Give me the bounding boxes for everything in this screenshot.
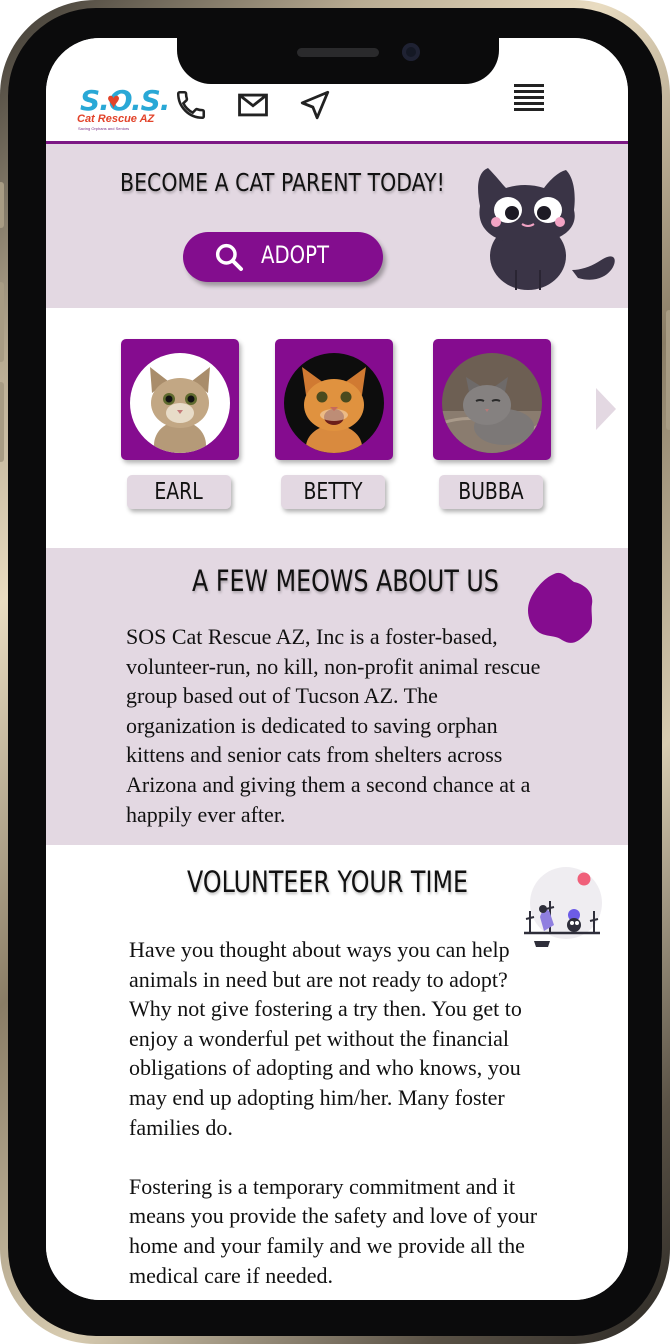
- volume-up-button: [0, 282, 4, 362]
- volunteer-text: Have you thought about ways you can help…: [129, 935, 549, 1290]
- volunteer-section: VOLUNTEER YOUR TIME Have you thought abo…: [46, 845, 628, 1300]
- logo-subtitle: Cat Rescue AZ: [77, 113, 155, 125]
- volunteer-title: VOLUNTEER YOUR TIME: [187, 865, 469, 899]
- power-button: [666, 310, 670, 430]
- cat-illustration: [478, 168, 615, 290]
- cat-card-betty[interactable]: [275, 339, 393, 460]
- cat-card-bubba[interactable]: [433, 339, 551, 460]
- cat-photo-bubba: [442, 353, 542, 453]
- phone-frame: S.O.S. ♥ Cat Rescue AZ Saving Orphans an…: [0, 0, 670, 1344]
- adopt-button[interactable]: ADOPT: [183, 232, 383, 282]
- logo[interactable]: S.O.S. ♥ Cat Rescue AZ Saving Orphans an…: [76, 84, 170, 132]
- mail-icon[interactable]: [236, 88, 270, 122]
- chevron-right-icon[interactable]: [594, 386, 618, 432]
- cat-carousel: EARL BETTY BUBBA: [46, 308, 628, 548]
- menu-icon[interactable]: [514, 84, 544, 112]
- cat-name-betty[interactable]: BETTY: [281, 475, 385, 509]
- hero-section: BECOME A CAT PARENT TODAY! ADOPT: [46, 144, 628, 308]
- camera: [402, 43, 420, 61]
- speaker: [297, 48, 379, 57]
- cat-name-bubba[interactable]: BUBBA: [439, 475, 543, 509]
- about-section: A FEW MEOWS ABOUT US SOS Cat Rescue AZ, …: [46, 548, 628, 845]
- about-text: SOS Cat Rescue AZ, Inc is a foster-based…: [126, 624, 541, 827]
- screen: S.O.S. ♥ Cat Rescue AZ Saving Orphans an…: [46, 38, 628, 1300]
- volunteer-paragraph-1: Have you thought about ways you can help…: [129, 937, 522, 1140]
- location-arrow-icon[interactable]: [298, 88, 332, 122]
- cat-card-earl[interactable]: [121, 339, 239, 460]
- search-icon: [215, 243, 243, 271]
- cat-photo-betty: [284, 353, 384, 453]
- side-button: [0, 182, 4, 228]
- notch: [177, 38, 499, 84]
- cat-photo-earl: [130, 353, 230, 453]
- volume-down-button: [0, 382, 4, 462]
- about-title: A FEW MEOWS ABOUT US: [192, 564, 499, 598]
- hero-title: BECOME A CAT PARENT TODAY!: [120, 168, 445, 197]
- logo-tagline: Saving Orphans and Seniors: [78, 126, 130, 131]
- volunteer-paragraph-2: Fostering is a temporary commitment and …: [129, 1173, 538, 1288]
- phone-icon[interactable]: [174, 88, 208, 122]
- cat-name-earl[interactable]: EARL: [127, 475, 231, 509]
- adopt-label: ADOPT: [261, 241, 329, 269]
- heart-icon: ♥: [107, 88, 121, 113]
